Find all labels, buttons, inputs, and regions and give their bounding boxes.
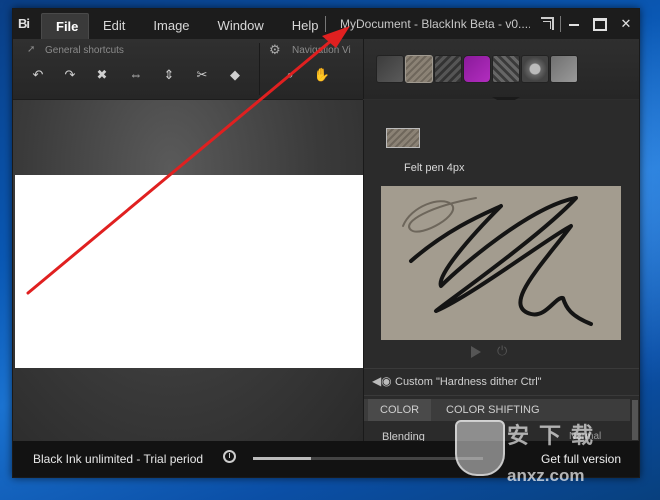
swirl-brush-preset[interactable] bbox=[521, 55, 549, 83]
navigation-settings-icon[interactable]: ⚙ bbox=[269, 42, 281, 58]
trial-status-text: Black Ink unlimited - Trial period bbox=[33, 452, 204, 466]
menu-edit[interactable]: Edit bbox=[89, 13, 139, 39]
tab-color[interactable]: COLOR bbox=[368, 399, 432, 421]
zoom-button[interactable]: ⌕ bbox=[279, 65, 301, 85]
purple-blob-preset[interactable] bbox=[463, 55, 491, 83]
parameter-icon: ◀◉ bbox=[372, 374, 392, 388]
close-button[interactable]: ✕ bbox=[613, 9, 639, 39]
brush-parameter-row[interactable]: ◀◉ Custom "Hardness dither Ctrl" bbox=[364, 368, 639, 396]
trial-progress-fill bbox=[253, 457, 311, 460]
cut-button[interactable]: ✂ bbox=[191, 65, 213, 85]
hatch-stroke-preset[interactable] bbox=[492, 55, 520, 83]
flip-vertical-icon: ⇕ bbox=[163, 67, 175, 82]
watermark-shield-icon bbox=[455, 420, 505, 476]
flip-horizontal-icon: ⇔ bbox=[129, 67, 143, 82]
menu-image[interactable]: Image bbox=[139, 13, 203, 39]
menu-separator bbox=[325, 16, 326, 32]
stroke-preview-drawing bbox=[402, 196, 593, 326]
play-icon[interactable] bbox=[471, 346, 481, 358]
brush-settings-panel: Felt pen 4px ⏻ ◀◉ Custom "Hardness dithe… bbox=[363, 100, 639, 443]
stroke-preview bbox=[381, 186, 621, 340]
delete-icon: ✖ bbox=[96, 67, 108, 82]
menu-bar: File Edit Image Window Help bbox=[41, 13, 333, 40]
close-icon: ✕ bbox=[620, 16, 632, 31]
general-shortcuts-label: General shortcuts bbox=[45, 45, 124, 56]
fill-icon: ◆ bbox=[230, 67, 240, 82]
menu-window[interactable]: Window bbox=[204, 13, 278, 39]
pan-hand-icon: ✋ bbox=[313, 67, 331, 82]
drawing-canvas[interactable] bbox=[15, 175, 363, 368]
selected-brush-thumbnail[interactable] bbox=[386, 128, 420, 148]
flip-vertical-button[interactable]: ⇕ bbox=[158, 65, 180, 85]
app-window: Bi File Edit Image Window Help MyDocumen… bbox=[12, 8, 640, 478]
cut-icon: ✂ bbox=[196, 67, 208, 82]
undo-icon: ↶ bbox=[32, 67, 44, 82]
shortcut-toolbar: ➚ General shortcuts ⚙ Navigation Vi ↶ ↷ … bbox=[13, 39, 363, 129]
dark-stroke-preset[interactable] bbox=[434, 55, 462, 83]
document-title: MyDocument - BlackInk Beta - v0.... bbox=[340, 17, 530, 31]
maximize-icon bbox=[593, 18, 607, 31]
brush-strip bbox=[363, 39, 639, 105]
title-bar: Bi File Edit Image Window Help MyDocumen… bbox=[13, 9, 639, 40]
canvas-area[interactable] bbox=[13, 100, 363, 441]
felt-pen-preset[interactable] bbox=[405, 55, 433, 83]
navigation-label: Navigation Vi bbox=[292, 45, 351, 56]
app-logo: Bi bbox=[18, 16, 30, 31]
redo-icon: ↷ bbox=[64, 67, 76, 82]
parameter-label: Custom "Hardness dither Ctrl" bbox=[395, 376, 542, 388]
watermark-url: anxz.com bbox=[507, 466, 585, 485]
dock-button[interactable] bbox=[534, 9, 560, 39]
trial-progress-bar bbox=[253, 457, 483, 460]
minimize-button[interactable] bbox=[561, 9, 587, 39]
minimize-icon bbox=[569, 24, 579, 26]
eraser-preset[interactable] bbox=[550, 55, 578, 83]
zoom-icon: ⌕ bbox=[286, 67, 294, 82]
delete-button[interactable]: ✖ bbox=[91, 65, 113, 85]
selected-brush-name: Felt pen 4px bbox=[404, 162, 465, 174]
pin-icon[interactable]: ➚ bbox=[27, 44, 35, 55]
maximize-button[interactable] bbox=[587, 9, 613, 39]
redo-button[interactable]: ↷ bbox=[59, 65, 81, 85]
watermark-text: 安下载 bbox=[507, 423, 604, 448]
toolbar-divider bbox=[259, 43, 260, 95]
undo-button[interactable]: ↶ bbox=[27, 65, 49, 85]
fill-button[interactable]: ◆ bbox=[224, 65, 246, 85]
pan-button[interactable]: ✋ bbox=[311, 65, 333, 85]
window-controls: ✕ bbox=[534, 9, 639, 39]
menu-file[interactable]: File bbox=[41, 13, 89, 40]
timer-icon bbox=[223, 450, 236, 463]
power-icon[interactable]: ⏻ bbox=[497, 344, 511, 358]
dock-icon bbox=[540, 17, 554, 30]
watermark: 安下载 anxz.com bbox=[455, 418, 655, 496]
brush-tip-preset[interactable] bbox=[376, 55, 404, 83]
flip-horizontal-button[interactable]: ⇔ bbox=[125, 65, 147, 85]
